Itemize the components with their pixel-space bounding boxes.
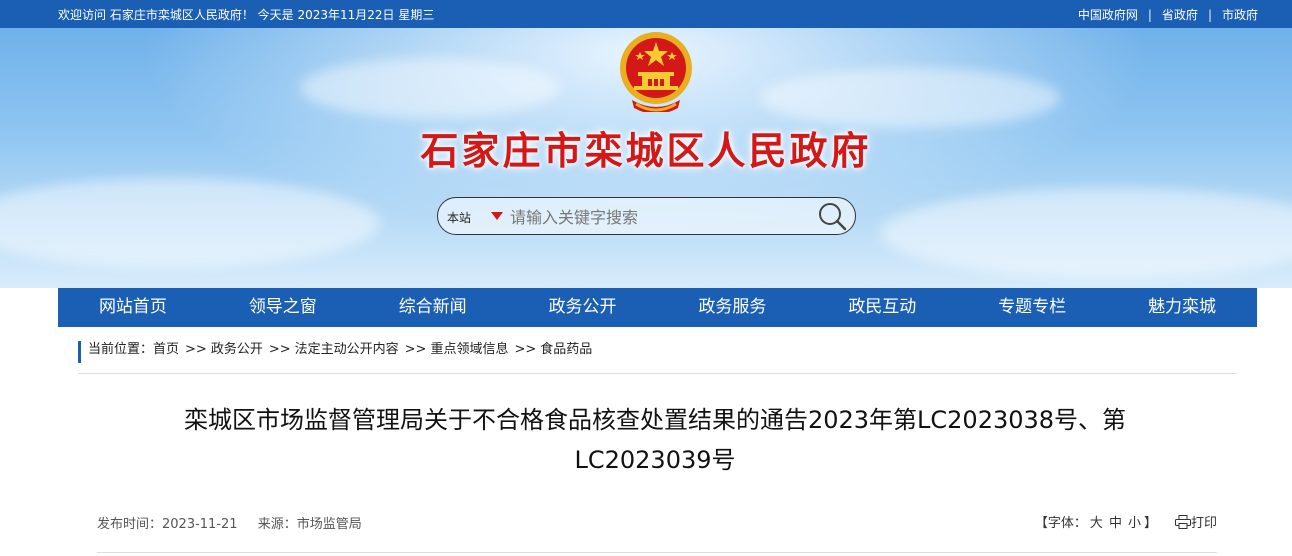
font-size-small[interactable]: 小 bbox=[1128, 516, 1141, 531]
link-city-gov[interactable]: 市政府 bbox=[1222, 6, 1258, 23]
nav-charm-luancheng[interactable]: 魅力栾城 bbox=[1107, 288, 1257, 327]
breadcrumb-key-areas[interactable]: 重点领域信息 bbox=[430, 341, 508, 363]
main-nav: 网站首页 领导之窗 综合新闻 政务公开 政务服务 政民互动 专题专栏 魅力栾城 bbox=[58, 288, 1257, 327]
link-separator: | bbox=[1207, 7, 1212, 22]
welcome-text: 欢迎访问 石家庄市栾城区人民政府！ 今天是 2023年11月22日 星期三 bbox=[58, 8, 435, 22]
breadcrumb-gov-affairs[interactable]: 政务公开 bbox=[211, 341, 263, 363]
cloud-decoration bbox=[0, 178, 380, 268]
breadcrumb-home[interactable]: 首页 bbox=[153, 341, 179, 363]
font-size-label-right: 】 bbox=[1143, 516, 1157, 531]
search-scope-label[interactable]: 本站 bbox=[447, 209, 471, 226]
nav-gov-services[interactable]: 政务服务 bbox=[658, 288, 808, 327]
breadcrumb-prefix: 当前位置： bbox=[88, 342, 154, 357]
printer-icon bbox=[1174, 514, 1191, 529]
font-size-medium[interactable]: 中 bbox=[1109, 516, 1122, 531]
font-size-control: 【字体：大中小】 bbox=[1035, 512, 1157, 531]
link-china-gov[interactable]: 中国政府网 bbox=[1078, 6, 1138, 23]
breadcrumb-statutory-content[interactable]: 法定主动公开内容 bbox=[295, 341, 399, 363]
divider bbox=[78, 373, 1237, 374]
site-title: 石家庄市栾城区人民政府 bbox=[420, 129, 872, 173]
font-size-label-left: 【字体： bbox=[1034, 516, 1087, 531]
national-emblem-icon bbox=[620, 32, 692, 112]
caret-down-icon[interactable] bbox=[491, 212, 503, 220]
link-separator: | bbox=[1147, 7, 1152, 22]
nav-gov-affairs[interactable]: 政务公开 bbox=[508, 288, 658, 327]
nav-special-topics[interactable]: 专题专栏 bbox=[957, 288, 1107, 327]
search-box: 本站 bbox=[437, 197, 856, 235]
top-links: 中国政府网 | 省政府 | 市政府 bbox=[1078, 6, 1258, 23]
cloud-decoration bbox=[880, 188, 1292, 278]
header-banner: 石家庄市栾城区人民政府 本站 bbox=[0, 28, 1292, 288]
search-icon[interactable] bbox=[815, 200, 849, 232]
print-button[interactable]: 打印 bbox=[1174, 512, 1217, 531]
breadcrumb: 当前位置： 首页 >> 政务公开 >> 法定主动公开内容 >> 重点领域信息 >… bbox=[78, 341, 592, 363]
nav-leaders[interactable]: 领导之窗 bbox=[208, 288, 358, 327]
search-input[interactable] bbox=[508, 203, 812, 231]
font-size-large[interactable]: 大 bbox=[1090, 516, 1103, 531]
top-bar: 欢迎访问 石家庄市栾城区人民政府！ 今天是 2023年11月22日 星期三 中国… bbox=[0, 0, 1292, 28]
print-label: 打印 bbox=[1190, 516, 1217, 531]
cloud-decoration bbox=[760, 68, 1060, 128]
nav-news[interactable]: 综合新闻 bbox=[358, 288, 508, 327]
breadcrumb-separator: >> bbox=[514, 342, 537, 357]
link-province-gov[interactable]: 省政府 bbox=[1162, 6, 1198, 23]
breadcrumb-separator: >> bbox=[268, 342, 291, 357]
breadcrumb-separator: >> bbox=[185, 342, 207, 357]
article-tools: 【字体：大中小】 打印 bbox=[1035, 512, 1217, 531]
nav-interaction[interactable]: 政民互动 bbox=[807, 288, 957, 327]
breadcrumb-separator: >> bbox=[404, 342, 427, 357]
cloud-decoration bbox=[300, 58, 560, 118]
article-meta: 发布时间：2023-11-21 来源：市场监管局 bbox=[97, 513, 362, 532]
divider bbox=[97, 552, 1217, 553]
publish-time: 发布时间：2023-11-21 bbox=[97, 517, 238, 532]
nav-home[interactable]: 网站首页 bbox=[58, 288, 208, 327]
breadcrumb-food-drugs[interactable]: 食品药品 bbox=[540, 341, 592, 363]
article-source: 来源：市场监管局 bbox=[257, 517, 362, 532]
article-title: 栾城区市场监督管理局关于不合格食品核查处置结果的通告2023年第LC202303… bbox=[183, 406, 1127, 474]
